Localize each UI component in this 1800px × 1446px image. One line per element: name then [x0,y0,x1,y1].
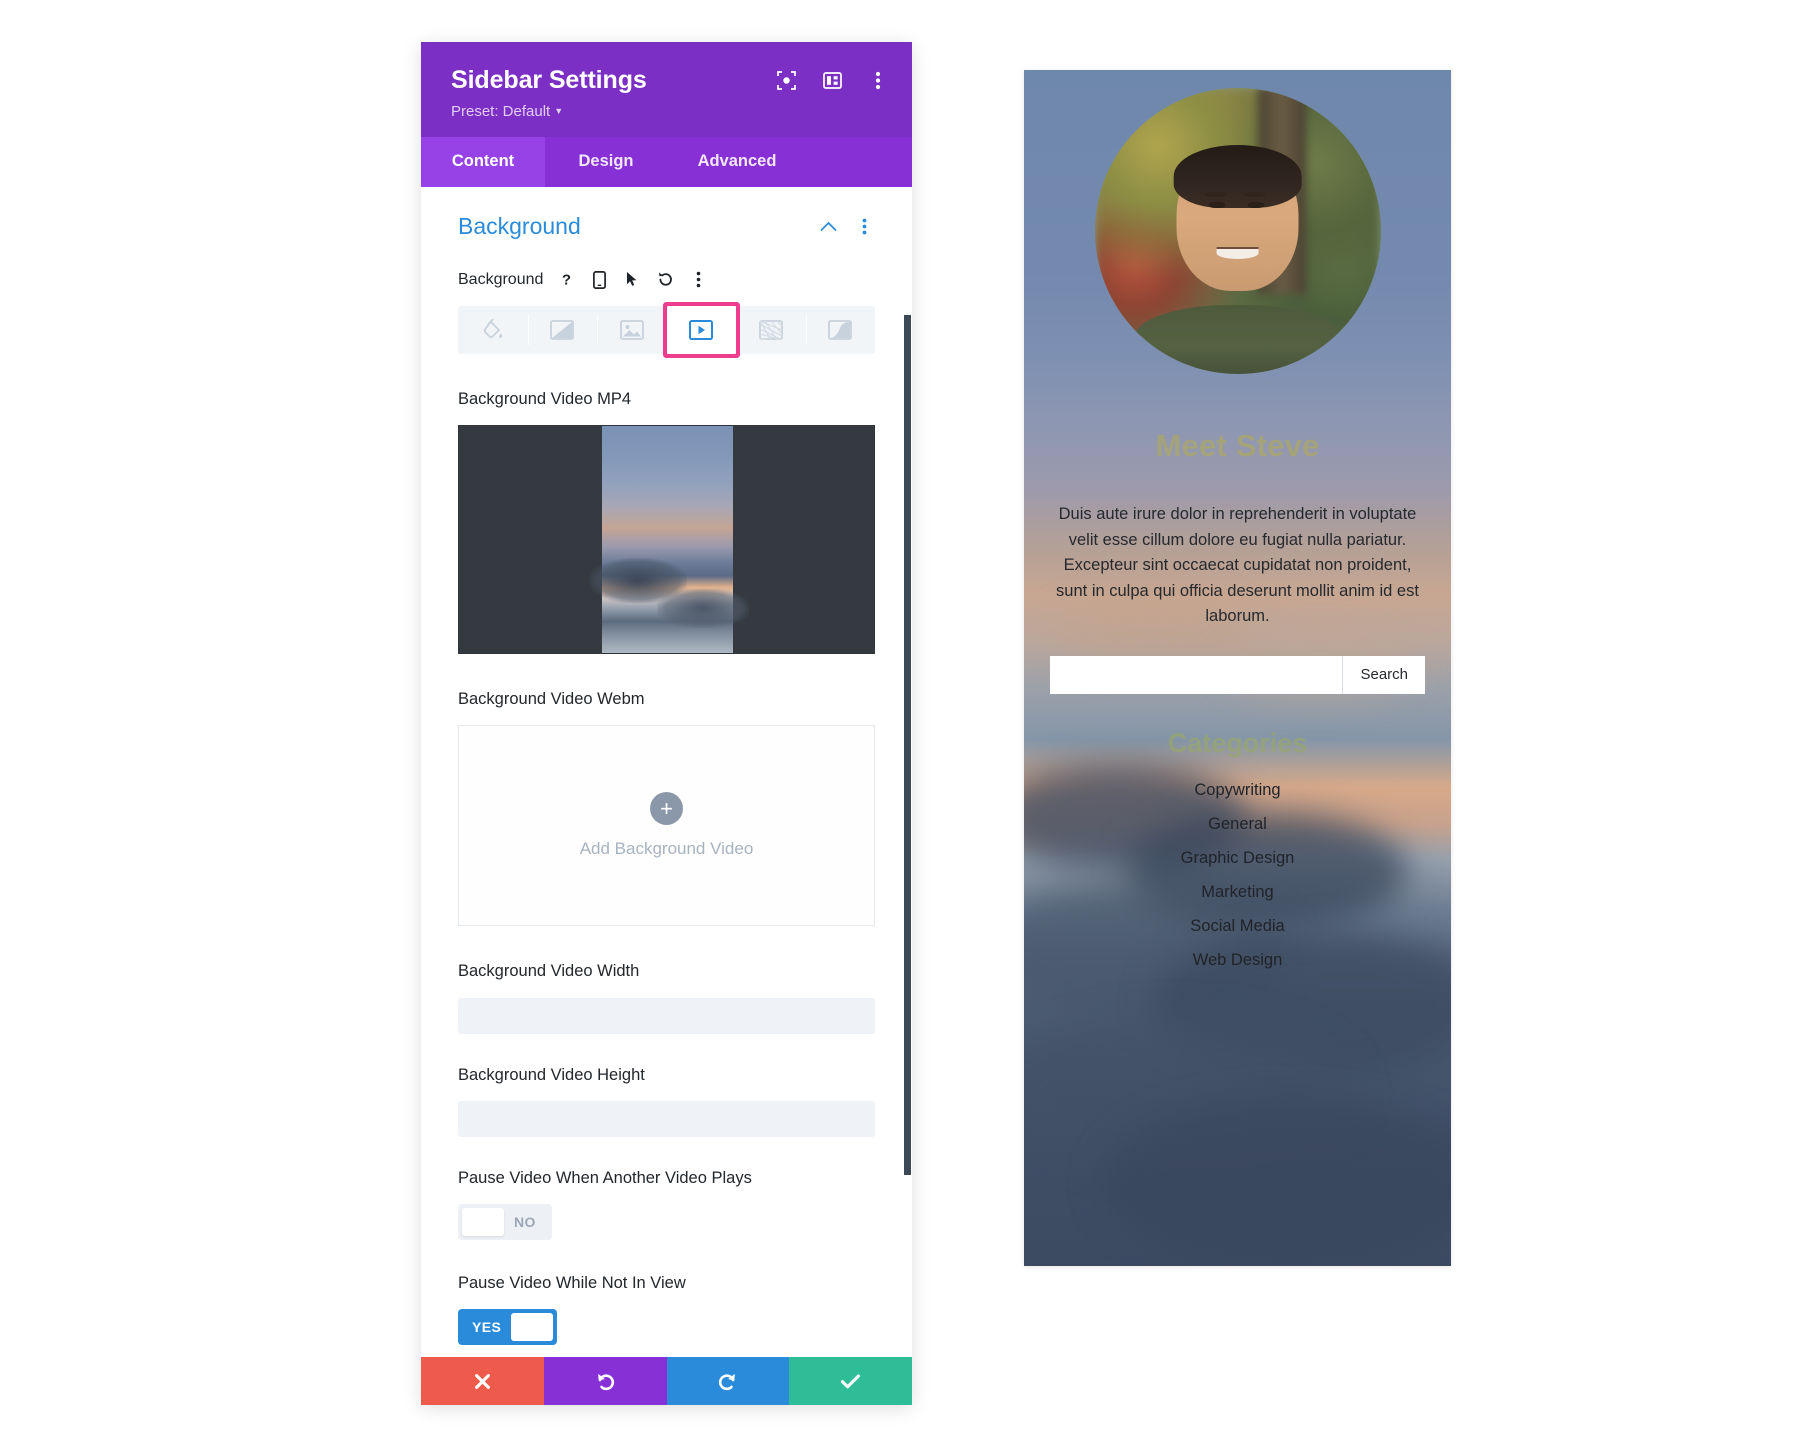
panel-scrollbar[interactable] [904,187,912,1357]
layout-toggle-icon[interactable] [822,70,842,90]
plus-icon: + [650,792,683,826]
categories-list: Copywriting General Graphic Design Marke… [1024,781,1451,970]
toggle-state-label: YES [472,1319,502,1336]
avatar-eye [1208,202,1225,209]
list-item[interactable]: Copywriting [1024,781,1451,800]
preset-label: Preset: Default [451,102,551,120]
svg-text:?: ? [562,272,571,289]
background-type-switcher [458,305,876,354]
cancel-button[interactable] [421,1357,544,1405]
more-options-icon[interactable] [868,70,888,90]
background-video-button[interactable] [666,305,736,354]
panel-scroll-region: Background Background ? Background Video… [421,187,912,1357]
avatar-container [1024,70,1451,374]
mp4-field-label: Background Video MP4 [458,389,632,408]
preview-heading: Meet Steve [1155,428,1320,463]
mp4-video-preview[interactable] [458,425,875,655]
avatar-smile [1216,246,1259,259]
background-image-button[interactable] [597,306,667,354]
panel-action-bar [421,1357,912,1405]
toggle-state-label: NO [514,1214,536,1231]
save-button[interactable] [789,1357,912,1405]
panel-header: Sidebar Settings Preset: Default ▼ [421,42,912,137]
pause-when-another-plays-toggle[interactable]: NO [458,1204,552,1241]
tab-advanced[interactable]: Advanced [667,137,807,187]
focus-icon[interactable] [776,70,796,90]
tab-bar: Content Design Advanced [421,136,912,187]
chevron-up-icon[interactable] [817,215,839,237]
tab-design[interactable]: Design [545,137,667,187]
header-icon-group [776,70,888,90]
tab-content[interactable]: Content [421,136,545,187]
list-item[interactable]: Web Design [1024,951,1451,970]
background-color-button[interactable] [458,306,528,354]
chevron-down-icon: ▼ [554,105,564,116]
pause-while-not-in-view-toggle[interactable]: YES [458,1309,558,1346]
screen: Sidebar Settings Preset: Default ▼ Conte… [0,0,1800,1446]
list-item[interactable]: Graphic Design [1024,849,1451,868]
sidebar-settings-panel: Sidebar Settings Preset: Default ▼ Conte… [421,42,912,1405]
categories-heading: Categories [1167,727,1308,758]
search-input[interactable] [1050,655,1343,694]
avatar-brow [1243,192,1266,197]
background-gradient-button[interactable] [527,306,598,354]
reset-icon[interactable] [655,270,675,290]
pause-notinview-label: Pause Video While Not In View [458,1274,686,1293]
help-icon[interactable]: ? [556,270,576,290]
preview-body-text: Duis aute irure dolor in reprehenderit i… [1056,505,1419,626]
section-more-options-icon[interactable] [853,215,875,237]
scrollbar-thumb[interactable] [904,314,911,1175]
list-item[interactable]: Marketing [1024,883,1451,902]
field-more-options-icon[interactable] [688,270,708,290]
preview-content: Meet Steve Duis aute irure dolor in repr… [1024,70,1451,1266]
hover-cursor-icon[interactable] [622,270,642,290]
section-title: Background [458,212,581,239]
video-frame [588,426,749,654]
avatar [1094,88,1381,374]
avatar-shirt [1134,305,1341,374]
redo-button[interactable] [666,1357,790,1405]
avatar-eye [1247,202,1264,209]
search-widget: Search [1050,655,1425,694]
webm-field-label: Background Video Webm [458,690,645,709]
responsive-icon[interactable] [589,270,609,290]
dropzone-label: Add Background Video [579,839,754,859]
panel-body: Background Background ? Background Video… [421,186,912,1357]
background-section-header: Background [458,213,875,240]
toggle-knob [511,1313,554,1342]
undo-button[interactable] [543,1357,667,1405]
list-item[interactable]: General [1024,815,1451,834]
avatar-brow [1204,192,1227,197]
sidebar-preview: Meet Steve Duis aute irure dolor in repr… [1024,70,1451,1266]
search-button[interactable]: Search [1342,655,1425,694]
background-field-label: Background [458,270,544,288]
list-item[interactable]: Social Media [1024,917,1451,936]
background-pattern-button[interactable] [736,306,806,354]
video-width-input[interactable] [458,997,875,1034]
background-field-label-row: Background ? [458,270,875,290]
video-height-label: Background Video Height [458,1065,645,1084]
background-mask-button[interactable] [805,306,876,354]
add-background-video-dropzone[interactable]: + Add Background Video [458,725,875,927]
toggle-knob [462,1208,504,1237]
avatar-hair [1173,145,1302,209]
pause-another-label: Pause Video When Another Video Plays [458,1168,752,1187]
video-width-label: Background Video Width [458,962,640,981]
video-height-input[interactable] [458,1100,875,1137]
preset-selector[interactable]: Preset: Default ▼ [451,103,563,120]
